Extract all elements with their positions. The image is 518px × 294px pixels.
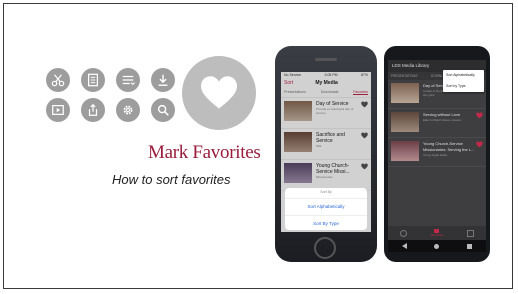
share-icon	[81, 98, 105, 122]
my-media-label: My Media	[430, 233, 444, 237]
sort-alphabetically-option[interactable]: Sort Alphabetically	[443, 70, 484, 81]
thumbnail	[391, 83, 419, 103]
list-icon	[116, 68, 140, 92]
item-desc: Elder Uchtdorf shares a lesson	[423, 118, 462, 122]
sort-by-type-option[interactable]: Sort by Type	[443, 81, 484, 92]
iphone-mockup: No Service 3:05 PM 87% Sort My Media Pre…	[275, 46, 377, 262]
document-icon	[81, 68, 105, 92]
tab-presentations[interactable]: PRESENTATIONS	[391, 74, 417, 78]
iphone-speaker	[315, 58, 337, 61]
list-item[interactable]: Serving without Love Elder Uchtdorf share…	[388, 109, 486, 138]
slide-title: Mark Favorites	[148, 142, 261, 163]
scissors-icon	[46, 68, 70, 92]
favorite-heart-icon[interactable]	[476, 141, 483, 148]
home-nav-icon[interactable]	[399, 229, 407, 237]
slide-subtitle: How to sort favorites	[112, 172, 231, 187]
download-icon	[151, 68, 175, 92]
iphone-screen: No Service 3:05 PM 87% Sort My Media Pre…	[281, 72, 371, 232]
my-media-nav-item[interactable]: My Media	[431, 229, 443, 237]
gear-icon	[116, 98, 140, 122]
android-mockup: LDS Media Library PRESENTATIONS DOWNLOAD…	[384, 46, 490, 262]
home-icon[interactable]	[434, 243, 440, 249]
home-button[interactable]	[314, 237, 336, 259]
back-icon[interactable]	[401, 243, 407, 249]
thumbnail	[391, 112, 419, 132]
recents-icon[interactable]	[467, 243, 473, 249]
heart-icon	[182, 56, 256, 130]
thumbnail	[391, 141, 419, 161]
sort-by-type-option[interactable]: Sort By Type	[285, 216, 367, 232]
sheet-header: Sort By	[285, 188, 367, 199]
android-screen: LDS Media Library PRESENTATIONS DOWNLOAD…	[388, 60, 486, 252]
item-title: Young Church-Service Missionaries: Servi…	[423, 141, 475, 152]
list-item[interactable]: Young Church-Service Missionaries: Servi…	[388, 138, 486, 167]
favorite-heart-icon[interactable]	[476, 112, 483, 119]
settings-nav-icon[interactable]	[467, 229, 474, 237]
slide-frame: Mark Favorites How to sort favorites No …	[3, 3, 513, 289]
system-nav-bar	[388, 240, 486, 252]
overflow-menu: Sort Alphabetically Sort by Type	[443, 70, 484, 92]
item-desc: Young single adults	[423, 153, 448, 157]
bottom-nav: My Media	[388, 226, 486, 240]
search-icon	[151, 98, 175, 122]
sort-alphabetically-option[interactable]: Sort Alphabetically	[285, 199, 367, 216]
sort-action-sheet: Sort By Sort Alphabetically Sort By Type	[285, 188, 367, 230]
play-icon	[46, 98, 70, 122]
